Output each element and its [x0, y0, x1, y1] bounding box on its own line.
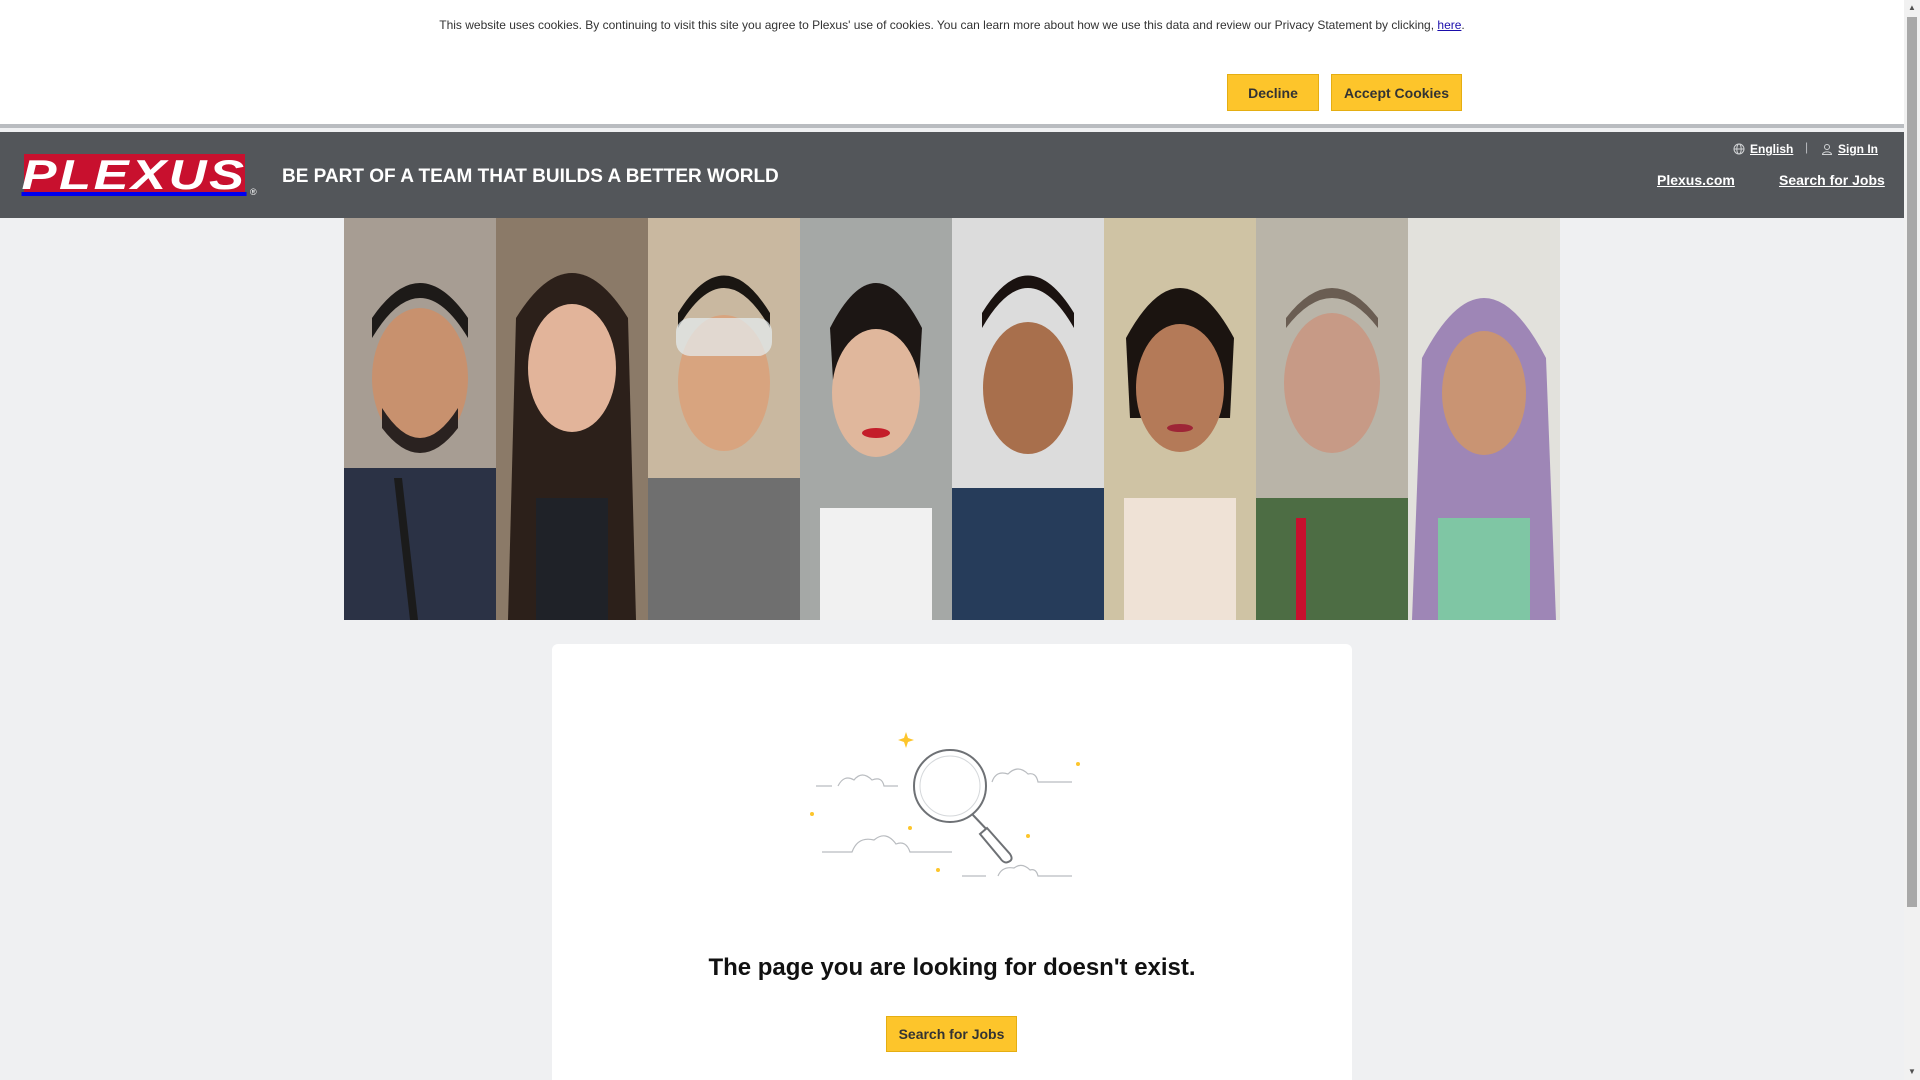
portrait-8: [1408, 218, 1560, 620]
portrait-1: [344, 218, 496, 620]
sign-in-label: Sign In: [1838, 142, 1878, 156]
cookie-message-end: .: [1461, 18, 1465, 32]
magnifying-glass-icon: [810, 732, 1080, 877]
globe-icon: [1733, 143, 1745, 155]
hero-portraits: [344, 218, 1560, 620]
scroll-up-arrow-icon[interactable]: ▲: [1904, 0, 1920, 16]
plexus-logo[interactable]: PLEXUS: [21, 151, 248, 198]
portrait-3: [648, 218, 800, 620]
language-selector[interactable]: English: [1733, 142, 1793, 156]
portrait-5: [952, 218, 1104, 620]
util-separator: |: [1805, 140, 1809, 154]
not-found-card: The page you are looking for doesn't exi…: [552, 644, 1352, 1080]
nav-plexus-com[interactable]: Plexus.com: [1657, 172, 1735, 188]
portrait-2: [496, 218, 648, 620]
accept-cookies-button[interactable]: Accept Cookies: [1331, 74, 1462, 111]
cookie-message: This website uses cookies. By continuing…: [0, 18, 1904, 32]
language-label: English: [1750, 142, 1794, 156]
decline-cookies-button[interactable]: Decline: [1227, 74, 1319, 111]
nav-search-for-jobs[interactable]: Search for Jobs: [1779, 172, 1885, 188]
logo-text: PLEXUS: [21, 151, 248, 198]
tagline: BE PART OF A TEAM THAT BUILDS A BETTER W…: [282, 166, 779, 187]
scroll-down-arrow-icon[interactable]: ▼: [1904, 1064, 1920, 1080]
scroll-thumb[interactable]: [1907, 17, 1917, 907]
registered-mark: ®: [250, 187, 257, 197]
sign-in-link[interactable]: Sign In: [1821, 142, 1878, 156]
portrait-4: [800, 218, 952, 620]
page-scrollbar[interactable]: ▲ ▼: [1904, 0, 1920, 1080]
cookie-banner: This website uses cookies. By continuing…: [0, 0, 1904, 128]
user-icon: [1821, 144, 1833, 155]
site-header: PLEXUS ® BE PART OF A TEAM THAT BUILDS A…: [0, 132, 1904, 218]
not-found-message: The page you are looking for doesn't exi…: [708, 954, 1196, 981]
portrait-7: [1256, 218, 1408, 620]
portrait-6: [1104, 218, 1256, 620]
cookie-message-text: This website uses cookies. By continuing…: [439, 18, 1438, 32]
privacy-link[interactable]: here: [1437, 18, 1461, 32]
search-for-jobs-button[interactable]: Search for Jobs: [886, 1016, 1017, 1052]
